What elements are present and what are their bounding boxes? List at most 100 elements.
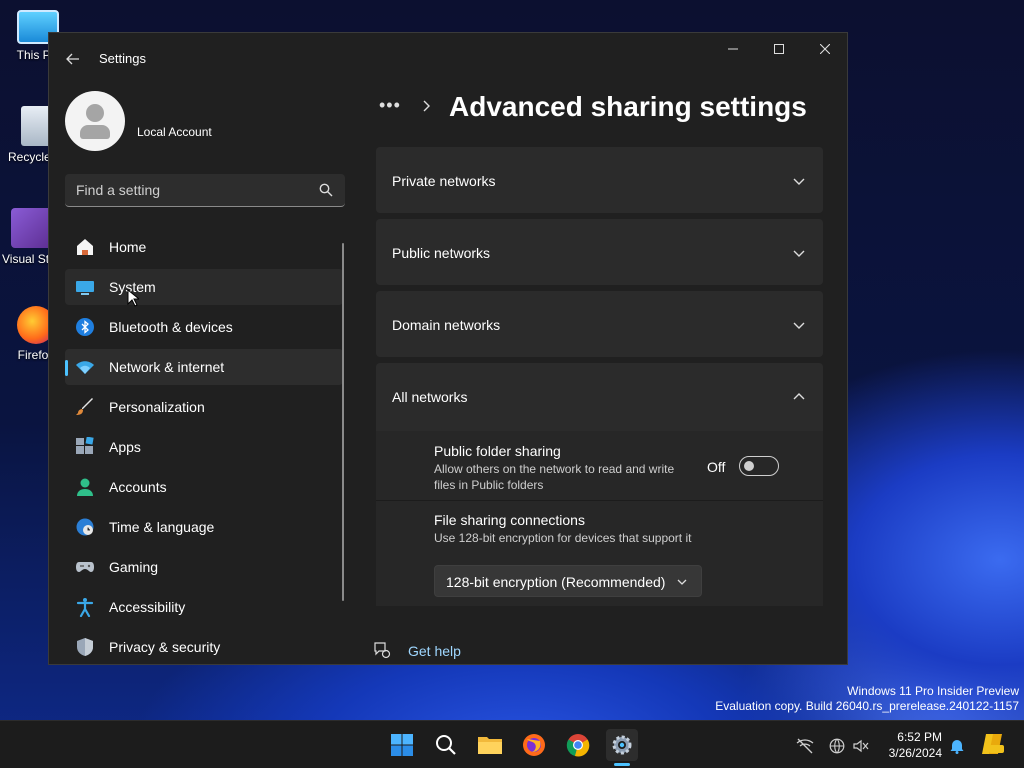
section-title: Public networks [392, 245, 491, 261]
settings-taskbar-button[interactable] [606, 729, 638, 761]
sidebar-scrollbar[interactable] [342, 243, 344, 601]
sidebar-item-label: Apps [109, 439, 141, 455]
sidebar-item-personalization[interactable]: Personalization [65, 389, 343, 425]
chevron-up-icon [793, 393, 805, 400]
sidebar-item-label: Network & internet [109, 359, 225, 375]
taskbar: 6:52 PM 3/26/2024 [0, 720, 1024, 768]
desktop-icon-label: Visual Studio 2022 Preview [2, 252, 50, 266]
search-icon [436, 735, 456, 755]
taskbar-search-button[interactable] [430, 729, 462, 761]
section-title: Domain networks [392, 317, 501, 333]
accessibility-icon [75, 597, 95, 617]
help-chat-icon [374, 642, 391, 659]
setting-description: Use 128-bit encryption for devices that … [434, 531, 692, 545]
minimize-button[interactable] [710, 33, 756, 65]
setting-description: Allow others on the network to read and … [434, 461, 674, 493]
apps-icon [75, 437, 95, 457]
windows-logo-icon [391, 734, 413, 756]
globe-clock-icon [75, 517, 95, 537]
sidebar-item-apps[interactable]: Apps [65, 429, 343, 465]
setting-description-line: Allow others on the network to read and … [434, 462, 675, 476]
maximize-button[interactable] [756, 33, 802, 65]
notification-bell-icon[interactable] [948, 737, 966, 755]
sidebar-item-accessibility[interactable]: Accessibility [65, 589, 343, 625]
sidebar-item-privacy-security[interactable]: Privacy & security [65, 629, 343, 664]
sidebar-item-label: Time & language [109, 519, 215, 535]
sidebar-item-bluetooth[interactable]: Bluetooth & devices [65, 309, 343, 345]
avatar[interactable] [65, 91, 125, 151]
firefox-icon [523, 734, 545, 756]
sidebar-item-system[interactable]: System [65, 269, 343, 305]
minimize-icon [728, 48, 738, 50]
start-button[interactable] [386, 729, 418, 761]
section-public-networks[interactable]: Public networks [376, 219, 823, 285]
network-offline-icon[interactable] [796, 737, 814, 755]
bluetooth-icon [75, 317, 95, 337]
shield-icon [75, 637, 95, 657]
sidebar-item-label: Privacy & security [109, 639, 221, 655]
evaluation-watermark: Windows 11 Pro Insider Preview Evaluatio… [715, 684, 1019, 714]
firefox-taskbar-button[interactable] [518, 729, 550, 761]
section-title: Private networks [392, 173, 496, 189]
setting-title: Public folder sharing [434, 443, 561, 459]
search-box [65, 174, 345, 207]
sidebar-item-label: Accounts [109, 479, 167, 495]
wifi-icon [75, 357, 95, 377]
chevron-down-icon [793, 322, 805, 329]
sidebar-item-label: Personalization [109, 399, 205, 415]
sidebar-item-label: Bluetooth & devices [109, 319, 233, 335]
sidebar-nav: Home System Bluetooth & devices Network … [65, 229, 343, 664]
language-globe-icon[interactable] [828, 737, 846, 755]
public-folder-sharing-toggle[interactable] [739, 456, 779, 476]
gamepad-icon [75, 557, 95, 577]
sidebar-item-accounts[interactable]: Accounts [65, 469, 343, 505]
maximize-icon [774, 44, 784, 54]
close-icon [820, 44, 830, 54]
sidebar-item-time-language[interactable]: Time & language [65, 509, 343, 545]
chevron-down-icon [677, 579, 687, 585]
copilot-icon[interactable] [980, 731, 1006, 757]
toggle-state-label: Off [707, 459, 726, 475]
sidebar-item-network[interactable]: Network & internet [65, 349, 343, 385]
public-folder-sharing-row: Public folder sharing Allow others on th… [376, 431, 823, 501]
sidebar-item-gaming[interactable]: Gaming [65, 549, 343, 585]
settings-window: Settings Local Account Home [48, 32, 848, 665]
clock-date: 3/26/2024 [888, 746, 942, 760]
volume-muted-icon[interactable] [852, 737, 870, 755]
close-button[interactable] [802, 33, 847, 65]
chrome-taskbar-button[interactable] [562, 729, 594, 761]
brush-icon [75, 397, 95, 417]
back-button[interactable] [59, 45, 87, 73]
sidebar-item-label: Accessibility [109, 599, 186, 615]
chevron-down-icon [793, 178, 805, 185]
chevron-down-icon [793, 250, 805, 257]
get-help-link[interactable]: Get help [408, 643, 461, 659]
sidebar-item-label: Gaming [109, 559, 159, 575]
home-icon [75, 237, 95, 257]
toggle-knob [744, 461, 754, 471]
title-bar: Settings [49, 33, 847, 83]
section-title: All networks [392, 389, 468, 405]
chevron-right-icon [423, 99, 431, 115]
sidebar-item-home[interactable]: Home [65, 229, 343, 265]
sidebar-item-label: Home [109, 239, 147, 255]
arrow-left-icon [66, 53, 79, 65]
dropdown-selected-value: 128-bit encryption (Recommended) [446, 574, 666, 590]
window-title: Settings [99, 51, 146, 66]
page-title: Advanced sharing settings [449, 91, 807, 122]
breadcrumb-overflow-button[interactable]: ••• [379, 95, 401, 116]
section-private-networks[interactable]: Private networks [376, 147, 823, 213]
visual-studio-icon [11, 208, 53, 248]
search-input[interactable] [65, 174, 305, 206]
section-all-networks[interactable]: All networks [376, 363, 823, 431]
encryption-dropdown[interactable]: 128-bit encryption (Recommended) [434, 565, 702, 597]
clock-time: 6:52 PM [897, 730, 942, 744]
taskbar-clock[interactable]: 6:52 PM 3/26/2024 [880, 729, 942, 761]
setting-title: File sharing connections [434, 512, 585, 528]
search-icon[interactable] [319, 183, 333, 197]
file-explorer-button[interactable] [474, 729, 506, 761]
setting-description-line: files in Public folders [434, 478, 544, 492]
folder-icon [478, 737, 502, 754]
section-domain-networks[interactable]: Domain networks [376, 291, 823, 357]
watermark-line-2: Evaluation copy. Build 26040.rs_prerelea… [715, 699, 1019, 713]
